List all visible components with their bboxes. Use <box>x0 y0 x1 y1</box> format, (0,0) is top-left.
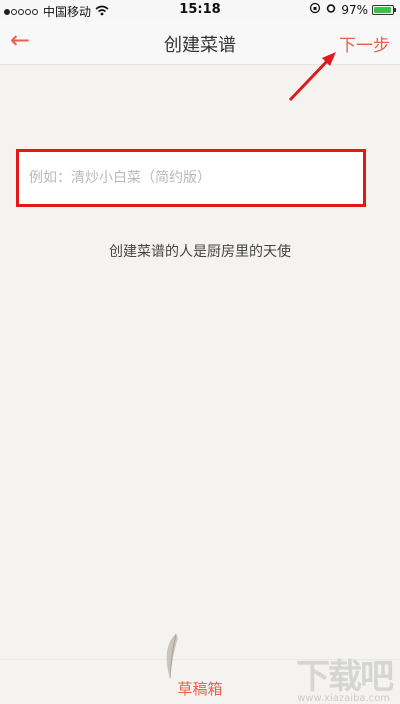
tagline-text: 创建菜谱的人是厨房里的天使 <box>109 244 291 260</box>
battery-icon <box>372 4 396 15</box>
orientation-lock-icon <box>309 2 321 17</box>
watermark-logo: 下载吧 <box>296 657 394 697</box>
recipe-name-field[interactable] <box>16 149 366 207</box>
nav-bar: ← 创建菜谱 下一步 <box>0 20 400 65</box>
recipe-name-input[interactable] <box>19 152 363 204</box>
alarm-icon <box>325 2 337 17</box>
watermark-url: www.xiazaiba.com <box>297 693 390 704</box>
feather-icon <box>166 633 178 679</box>
status-bar: 中国移动 15:18 97% <box>0 0 400 20</box>
battery-percent: 97% <box>341 2 368 17</box>
annotation-arrow-icon <box>288 52 336 102</box>
next-step-button[interactable]: 下一步 <box>339 31 390 56</box>
status-right: 97% <box>309 2 396 17</box>
